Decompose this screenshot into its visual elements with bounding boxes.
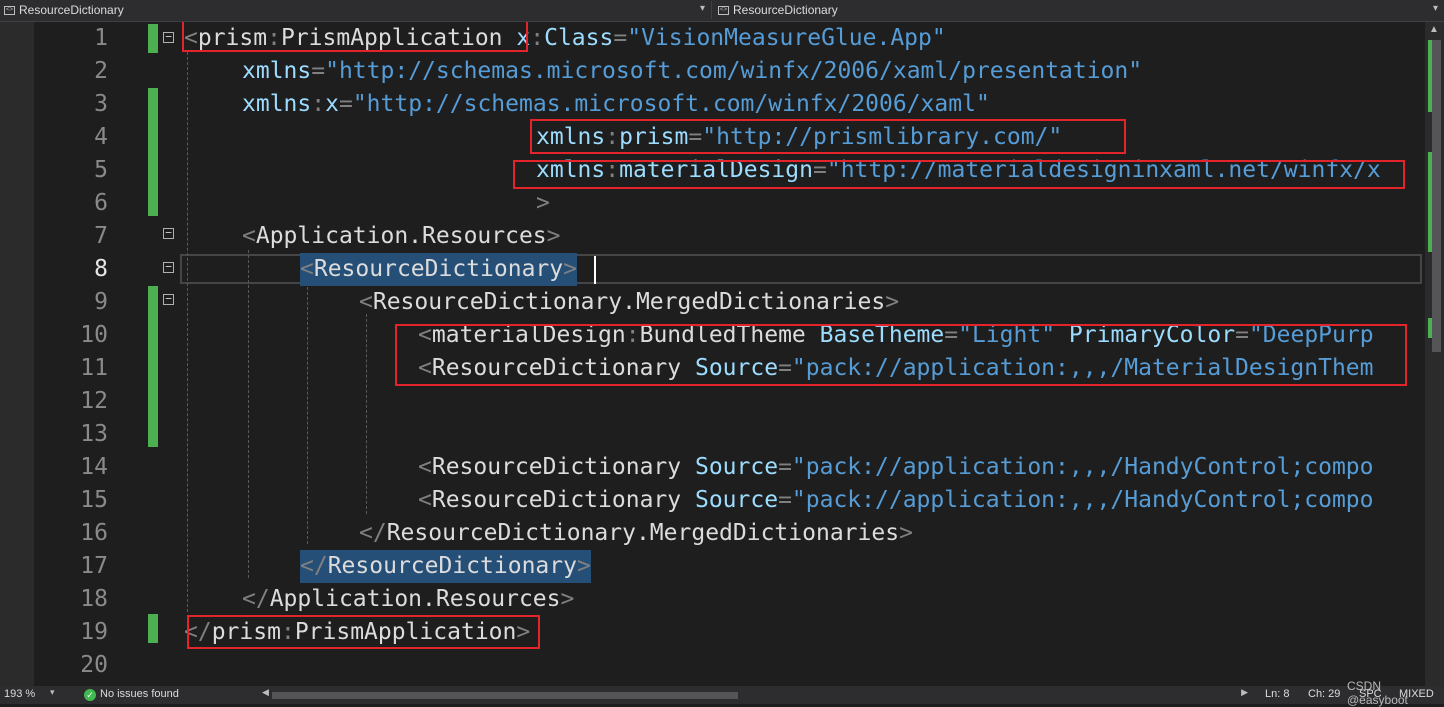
line-number: 3 <box>94 91 108 117</box>
vertical-scrollbar[interactable]: ▲ <box>1425 22 1444 686</box>
code-text: <ResourceDictionary.MergedDictionaries> <box>359 289 900 315</box>
code-line: 20 <box>34 649 1424 682</box>
xaml-element-icon: <> <box>4 5 15 15</box>
line-number: 17 <box>80 553 108 579</box>
code-line: 14 <ResourceDictionary Source="pack://ap… <box>34 451 1424 484</box>
status-bar: 193 % ▾ ✓ No issues found ◀ ▶ Ln: 8 Ch: … <box>0 686 1444 704</box>
code-line: 9 <ResourceDictionary.MergedDictionaries… <box>34 286 1424 319</box>
horizontal-scrollbar[interactable]: ◀ ▶ <box>262 687 1248 700</box>
line-number: 5 <box>94 157 108 183</box>
line-number: 12 <box>80 388 108 414</box>
annotation-box <box>187 615 540 649</box>
issues-status[interactable]: No issues found <box>100 688 179 700</box>
code-text: xmlns:x="http://schemas.microsoft.com/wi… <box>242 91 990 117</box>
code-line: 17 </ResourceDictionary> <box>34 550 1424 583</box>
watermark: CSDN @easyboot <box>1347 679 1408 707</box>
annotation-box <box>395 324 1407 386</box>
code-line: 8 <ResourceDictionary> <box>34 253 1424 286</box>
change-overview-marker <box>1428 152 1432 252</box>
annotation-box <box>513 160 1405 189</box>
change-overview-marker <box>1428 318 1432 338</box>
line-number: 13 <box>80 421 108 447</box>
code-line: 12 <box>34 385 1424 418</box>
chevron-down-icon: ▾ <box>699 3 705 14</box>
check-circle-icon: ✓ <box>84 689 96 701</box>
line-number: 20 <box>80 652 108 678</box>
xaml-element-icon: <> <box>718 5 729 15</box>
type-scope-label: ResourceDictionary <box>19 3 124 17</box>
line-number: 8 <box>94 256 108 282</box>
code-text: </Application.Resources> <box>242 586 575 612</box>
line-number: 15 <box>80 487 108 513</box>
line-number: 10 <box>80 322 108 348</box>
code-line: 3 xmlns:x="http://schemas.microsoft.com/… <box>34 88 1424 121</box>
line-number: 2 <box>94 58 108 84</box>
line-number: 11 <box>80 355 108 381</box>
code-text: > <box>536 190 550 216</box>
code-line: 7 <Application.Resources> <box>34 220 1424 253</box>
line-indicator: Ln: 8 <box>1265 688 1290 700</box>
code-line: 13 <box>34 418 1424 451</box>
member-scope-dropdown[interactable]: <> ResourceDictionary ▾ <box>714 1 1444 19</box>
annotation-box <box>530 119 1126 154</box>
line-number: 19 <box>80 619 108 645</box>
editor-navigation-bar: <> ResourceDictionary ▾ <> ResourceDicti… <box>0 0 1444 22</box>
chevron-down-icon[interactable]: ▾ <box>50 687 55 698</box>
code-text: <ResourceDictionary Source="pack://appli… <box>418 454 1374 480</box>
code-text: </ResourceDictionary> <box>300 550 591 583</box>
scroll-up-icon[interactable]: ▲ <box>1429 24 1439 35</box>
chevron-down-icon: ▾ <box>1432 3 1438 14</box>
scroll-left-icon[interactable]: ◀ <box>262 687 269 698</box>
code-line: 16 </ResourceDictionary.MergedDictionari… <box>34 517 1424 550</box>
line-number: 9 <box>94 289 108 315</box>
vertical-scrollbar-thumb[interactable] <box>1432 40 1441 352</box>
type-scope-dropdown[interactable]: <> ResourceDictionary ▾ <box>0 1 712 19</box>
line-number: 6 <box>94 190 108 216</box>
line-number: 14 <box>80 454 108 480</box>
code-line: 18 </Application.Resources> <box>34 583 1424 616</box>
code-line: 2 xmlns="http://schemas.microsoft.com/wi… <box>34 55 1424 88</box>
line-number: 16 <box>80 520 108 546</box>
zoom-level[interactable]: 193 % <box>4 688 35 700</box>
code-text: <ResourceDictionary> <box>300 253 577 286</box>
member-scope-label: ResourceDictionary <box>733 3 838 17</box>
change-overview-marker <box>1428 40 1432 112</box>
column-indicator: Ch: 29 <box>1308 688 1341 700</box>
horizontal-scrollbar-thumb[interactable] <box>272 692 738 699</box>
scroll-right-icon[interactable]: ▶ <box>1241 687 1248 698</box>
code-line: 15 <ResourceDictionary Source="pack://ap… <box>34 484 1424 517</box>
editor-margin <box>0 22 34 686</box>
code-text: <Application.Resources> <box>242 223 561 249</box>
line-number: 7 <box>94 223 108 249</box>
line-number: 18 <box>80 586 108 612</box>
code-text: xmlns="http://schemas.microsoft.com/winf… <box>242 58 1143 84</box>
line-number: 1 <box>94 25 108 51</box>
text-caret <box>594 256 596 284</box>
annotation-box <box>182 22 528 52</box>
code-line: 6 > <box>34 187 1424 220</box>
code-editor[interactable]: − − − − 1 <prism:PrismApplication x:Clas… <box>34 22 1424 686</box>
code-text: </ResourceDictionary.MergedDictionaries> <box>359 520 913 546</box>
line-number: 4 <box>94 124 108 150</box>
code-text: <ResourceDictionary Source="pack://appli… <box>418 487 1374 513</box>
